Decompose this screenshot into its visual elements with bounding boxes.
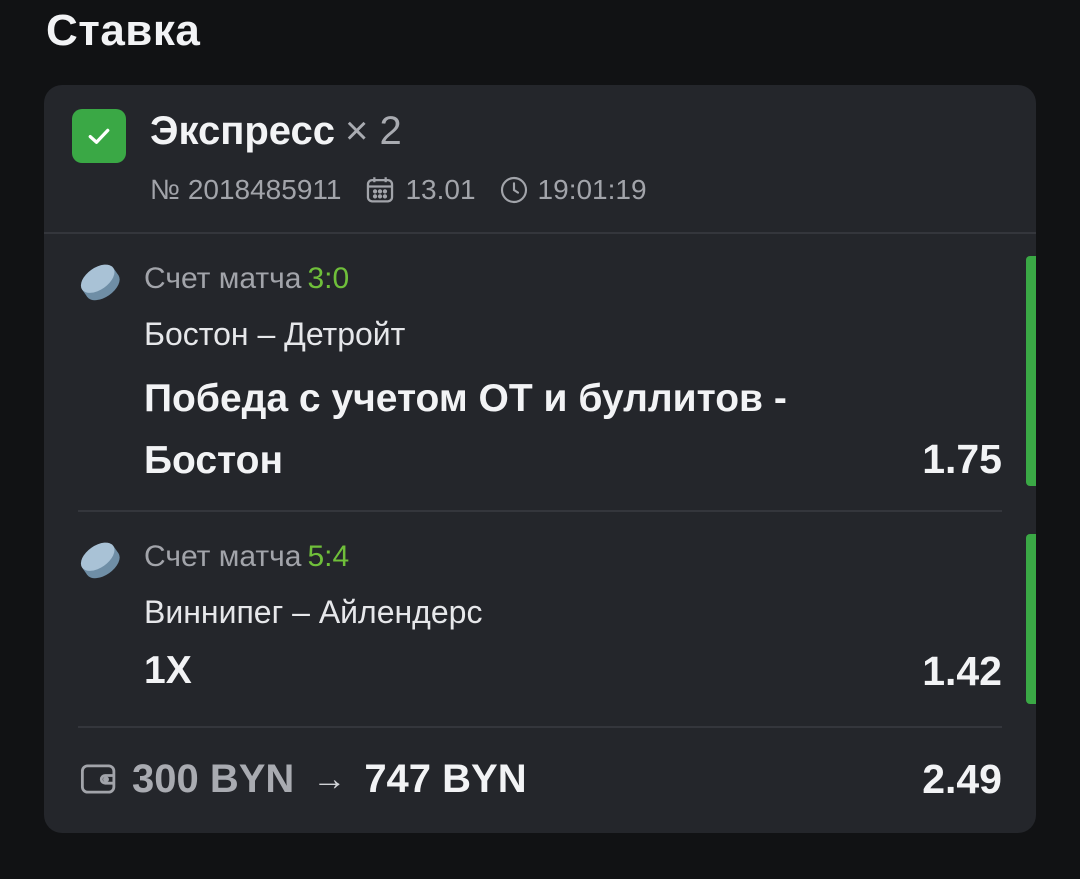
event-teams: Бостон – Детройт	[144, 316, 406, 352]
event-market: 1Х	[144, 649, 192, 692]
bet-time: 19:01:19	[537, 174, 647, 205]
event-score: 5:4	[307, 540, 350, 573]
bet-number: № 2018485911	[150, 174, 342, 205]
divider	[78, 726, 1002, 728]
event-market: Победа с учетом ОТ и буллитов - Бостон	[144, 377, 787, 482]
bet-date: 13.01	[405, 174, 476, 205]
stake-amount: 300 BYN	[132, 756, 295, 801]
bet-meta: № 2018485911 13.01 19:01:19	[150, 173, 647, 207]
event-teams: Виннипег – Айлендерс	[144, 594, 483, 630]
event-label: Счет матча 3:0	[144, 262, 349, 296]
event-item: Счет матча 3:0 Бостон – Детройт Победа с …	[44, 234, 1036, 512]
page-title: Ставка	[46, 6, 201, 55]
arrow-right-icon: →	[312, 759, 347, 798]
wallet-icon	[78, 758, 120, 800]
bet-title: Экспресс × 2	[150, 109, 402, 154]
event-label-text: Счет матча	[144, 540, 302, 573]
bet-footer: 300 BYN → 747 BYN 2.49	[78, 749, 1002, 809]
hockey-puck-icon	[76, 258, 124, 311]
bet-type: Экспресс	[150, 109, 335, 153]
check-icon	[72, 109, 126, 163]
event-score: 3:0	[307, 262, 350, 295]
bet-multiplier: × 2	[345, 109, 402, 153]
event-label: Счет матча 5:4	[144, 540, 349, 574]
event-item: Счет матча 5:4 Виннипег – Айлендерс 1Х 1.…	[44, 512, 1036, 727]
bet-header: Экспресс × 2 № 2018485911 13.01 19:01:19	[44, 85, 1036, 234]
hockey-puck-icon	[76, 536, 124, 589]
won-status-bar	[1026, 256, 1036, 486]
clock-icon	[498, 174, 530, 206]
event-odds: 1.75	[922, 436, 1002, 482]
won-status-bar	[1026, 534, 1036, 704]
total-odds: 2.49	[922, 755, 1002, 802]
bet-card[interactable]: Экспресс × 2 № 2018485911 13.01 19:01:19…	[44, 85, 1036, 833]
payout-amount: 747 BYN	[364, 756, 527, 801]
calendar-icon	[363, 173, 397, 207]
event-label-text: Счет матча	[144, 262, 302, 295]
event-odds: 1.42	[922, 648, 1002, 694]
